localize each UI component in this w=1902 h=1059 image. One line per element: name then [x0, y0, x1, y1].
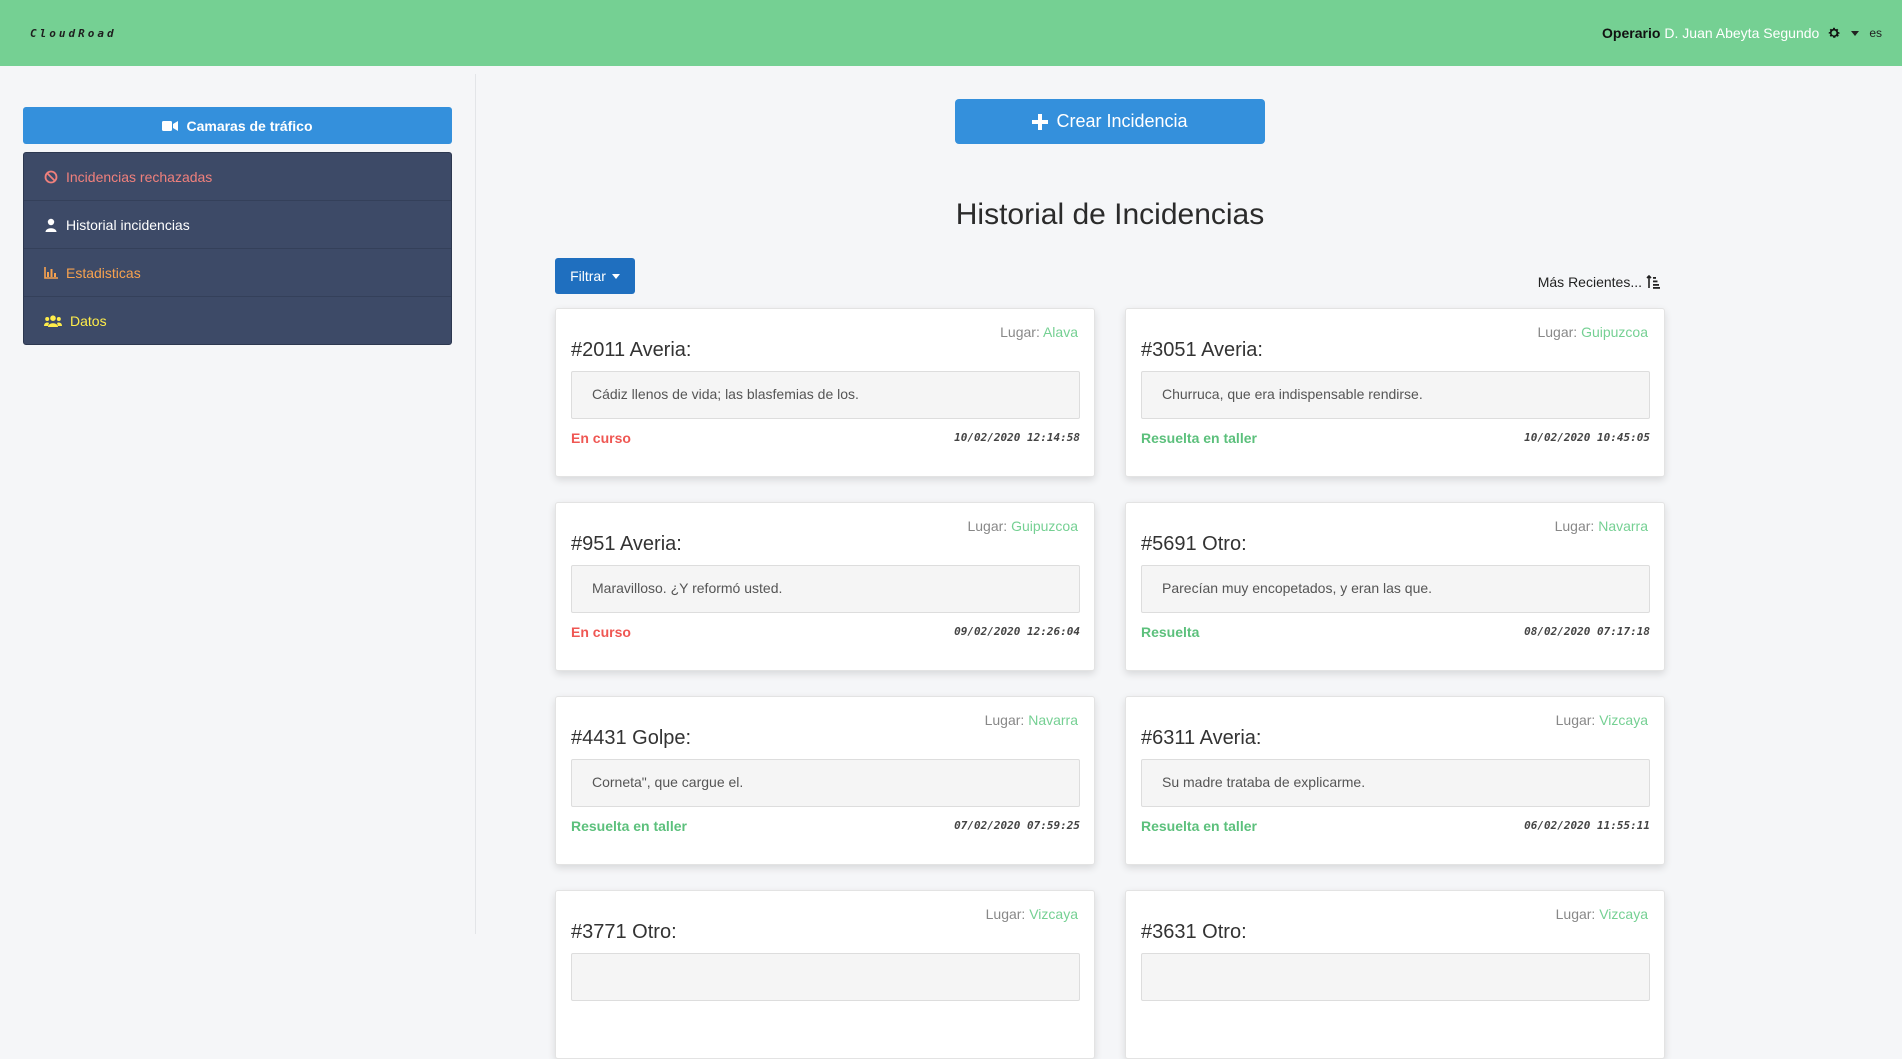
incident-description: Corneta", que cargue el. [571, 759, 1080, 807]
incident-status: Resuelta en taller [1141, 818, 1257, 834]
incident-title: #951 Averia: [571, 533, 682, 555]
brand-logo[interactable]: CloudRoad [30, 27, 117, 40]
location-label: Lugar: [1554, 518, 1595, 534]
chart-icon [44, 266, 58, 279]
location-label: Lugar: [1537, 324, 1578, 340]
incident-date: 10/02/2020 10:45:05 [1524, 431, 1650, 444]
incident-date: 06/02/2020 11:55:11 [1524, 819, 1650, 832]
incident-location: Lugar: Guipuzcoa [967, 518, 1078, 534]
incident-card[interactable]: Lugar: Guipuzcoa #3051 Averia: Churruca, q… [1125, 308, 1665, 477]
location-label: Lugar: [1000, 324, 1040, 340]
sidebar-divider [475, 74, 476, 934]
video-camera-icon [162, 120, 179, 131]
location-value: Navarra [1598, 518, 1648, 534]
location-value: Vizcaya [1599, 712, 1648, 728]
incident-card[interactable]: Lugar: Navarra #4431 Golpe: Corneta", que … [555, 696, 1095, 865]
location-value: Navarra [1028, 712, 1078, 728]
sidebar-menu: Incidencias rechazadas Historial inciden… [23, 152, 452, 345]
incident-card[interactable]: Lugar: Vizcaya #3631 Otro: [1125, 890, 1665, 1059]
filter-button[interactable]: Filtrar [555, 258, 635, 294]
gear-icon[interactable] [1827, 26, 1841, 40]
incident-card[interactable]: Lugar: Guipuzcoa #951 Averia: Maravilloso.… [555, 502, 1095, 671]
incident-title: #6311 Averia: [1141, 727, 1262, 749]
incident-description: Churruca, que era indispensable rendirse… [1141, 371, 1650, 419]
location-value: Alava [1042, 324, 1078, 340]
incident-title: #3051 Averia: [1141, 339, 1263, 361]
user-menu[interactable]: Operario D. Juan Abeyta Segundo es [1602, 25, 1882, 41]
location-label: Lugar: [967, 518, 1008, 534]
incident-date: 07/02/2020 07:59:25 [954, 819, 1080, 832]
sidebar-item-rejected[interactable]: Incidencias rechazadas [24, 153, 451, 201]
incident-location: Lugar: Navarra [985, 712, 1078, 728]
incident-location: Lugar: Guipuzcoa [1537, 324, 1648, 340]
incident-date: 10/02/2020 12:14:58 [954, 431, 1080, 444]
sidebar-item-label: Estadisticas [66, 264, 141, 281]
sort-label: Más Recientes... [1537, 274, 1642, 290]
location-value: Vizcaya [1599, 906, 1648, 922]
users-icon [44, 315, 62, 327]
incident-location: Lugar: Vizcaya [1556, 712, 1648, 728]
incident-status: En curso [571, 624, 631, 640]
incident-location: Lugar: Alava [1000, 324, 1078, 340]
incident-status: Resuelta [1141, 624, 1200, 640]
incident-location: Lugar: Vizcaya [986, 906, 1078, 922]
sidebar-item-label: Datos [70, 313, 107, 329]
incident-date: 09/02/2020 12:26:04 [954, 625, 1080, 638]
incident-card[interactable]: Lugar: Vizcaya #3771 Otro: [555, 890, 1095, 1059]
sidebar-item-history[interactable]: Historial incidencias [24, 201, 451, 249]
incident-description: Parecían muy encopetados, y eran las que… [1141, 565, 1650, 613]
chevron-down-icon[interactable] [1851, 30, 1860, 36]
sidebar-item-data[interactable]: Datos [24, 297, 451, 345]
location-label: Lugar: [984, 712, 1025, 728]
sidebar-item-label: Historial incidencias [66, 216, 190, 233]
location-value: Guipuzcoa [1581, 324, 1648, 340]
location-label: Lugar: [985, 906, 1026, 922]
filter-label: Filtrar [570, 268, 606, 284]
page-title: Historial de Incidencias [955, 198, 1265, 231]
create-incident-label: Crear Incidencia [1056, 111, 1188, 131]
incident-status: Resuelta en taller [1141, 430, 1257, 446]
chevron-down-icon [611, 273, 620, 279]
incident-title: #4431 Golpe: [571, 727, 692, 749]
incident-description: Cádiz llenos de vida; las blasfemias de … [571, 371, 1080, 419]
traffic-cameras-button[interactable]: Camaras de tráfico [23, 107, 452, 144]
top-navbar: CloudRoad Operario D. Juan Abeyta Segund… [0, 0, 1902, 66]
location-label: Lugar: [1555, 906, 1596, 922]
plus-icon [1032, 113, 1049, 130]
incident-location: Lugar: Vizcaya [1556, 906, 1648, 922]
user-name: D. Juan Abeyta Segundo [1664, 25, 1820, 41]
sidebar-item-statistics[interactable]: Estadisticas [24, 249, 451, 297]
incident-status: Resuelta en taller [571, 818, 687, 834]
incident-description [1141, 953, 1650, 1001]
incident-card[interactable]: Lugar: Vizcaya #6311 Averia: Su madre trat… [1125, 696, 1665, 865]
incident-title: #3631 Otro: [1141, 921, 1247, 943]
sort-toggle[interactable]: Más Recientes... [1538, 274, 1660, 290]
incident-card[interactable]: Lugar: Navarra #5691 Otro: Parecían muy en… [1125, 502, 1665, 671]
ban-icon [44, 170, 58, 183]
incident-card[interactable]: Lugar: Alava #2011 Averia: Cádiz llenos de… [555, 308, 1095, 477]
incident-location: Lugar: Navarra [1555, 518, 1648, 534]
location-value: Vizcaya [1029, 906, 1078, 922]
sort-amount-icon [1646, 275, 1660, 289]
incident-title: #2011 Averia: [571, 339, 692, 361]
incident-description: Maravilloso. ¿Y reformó usted. [571, 565, 1080, 613]
incident-status: En curso [571, 430, 631, 446]
traffic-cameras-label: Camaras de tráfico [186, 117, 313, 134]
incident-title: #3771 Otro: [571, 921, 677, 943]
incident-date: 08/02/2020 07:17:18 [1524, 625, 1650, 638]
location-label: Lugar: [1555, 712, 1596, 728]
create-incident-button[interactable]: Crear Incidencia [955, 99, 1265, 144]
user-icon [45, 218, 57, 232]
incident-title: #5691 Otro: [1141, 533, 1247, 555]
sidebar-item-label: Incidencias rechazadas [66, 168, 213, 185]
incident-description [571, 953, 1080, 1001]
incident-description: Su madre trataba de explicarme. [1141, 759, 1650, 807]
location-value: Guipuzcoa [1011, 518, 1078, 534]
language-selector[interactable]: es [1869, 26, 1882, 40]
user-role: Operario [1602, 25, 1661, 41]
